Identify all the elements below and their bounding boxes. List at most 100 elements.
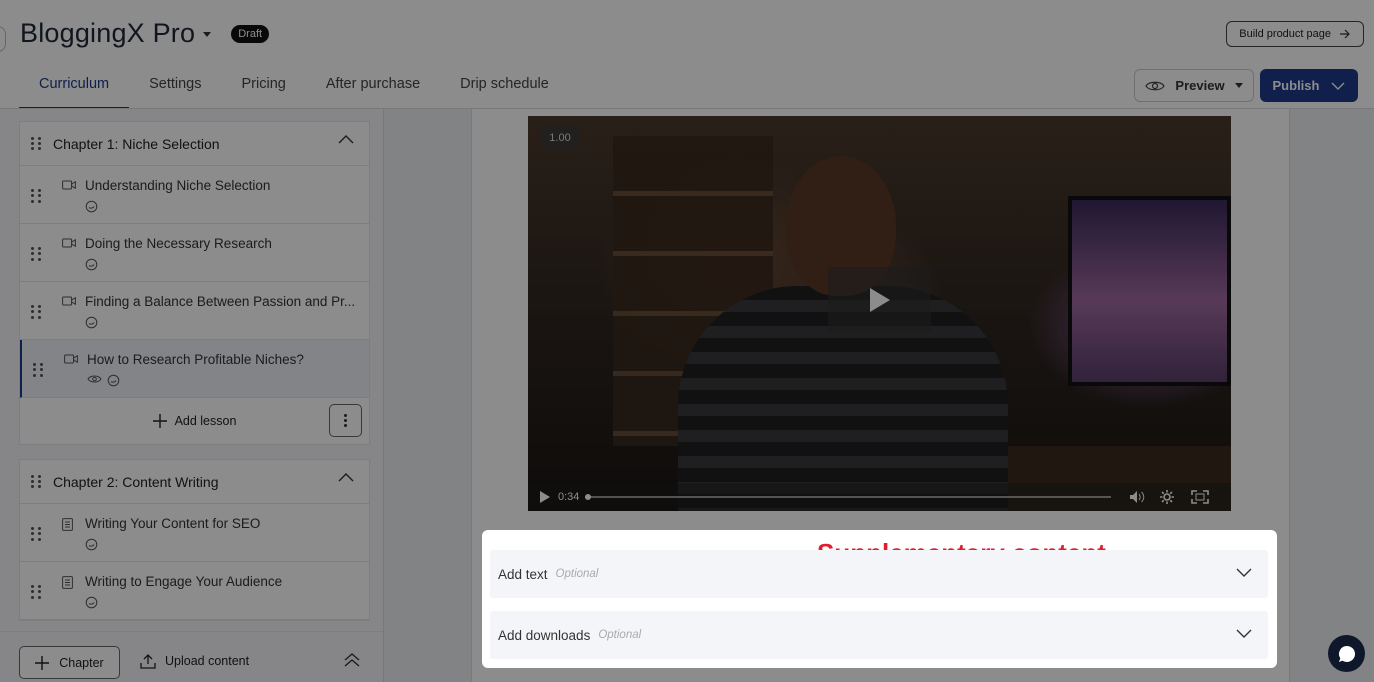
chapter-header[interactable]: Chapter 1: Niche Selection: [20, 122, 369, 166]
chevron-up-icon[interactable]: [338, 134, 354, 144]
add-lesson-button[interactable]: Add lesson: [175, 414, 237, 428]
tab-pricing[interactable]: Pricing: [222, 62, 306, 109]
video-frame-monitor: [1068, 196, 1231, 386]
publish-label: Publish: [1272, 78, 1320, 93]
lesson-item[interactable]: Writing to Engage Your Audience: [20, 562, 369, 620]
lesson-title: Writing to Engage Your Audience: [85, 574, 283, 589]
drag-handle-icon[interactable]: [33, 363, 43, 377]
more-options-button[interactable]: [329, 404, 362, 437]
video-controls-bar: 0:34: [528, 483, 1231, 511]
chapter-title: Chapter 1: Niche Selection: [53, 135, 220, 152]
accordion-title: Add text: [498, 566, 548, 582]
drag-handle-icon[interactable]: [31, 305, 41, 319]
document-icon: [62, 576, 73, 589]
tab-drip-schedule[interactable]: Drip schedule: [440, 62, 569, 109]
tab-bar: Curriculum Settings Pricing After purcha…: [19, 62, 569, 109]
curriculum-sidebar: Chapter 1: Niche Selection Understanding…: [0, 109, 384, 682]
tab-settings[interactable]: Settings: [129, 62, 221, 109]
lesson-title: Writing Your Content for SEO: [85, 516, 261, 531]
lesson-meta: [85, 200, 98, 213]
drag-handle-icon[interactable]: [31, 527, 41, 541]
chevron-down-icon[interactable]: [1236, 568, 1252, 578]
sidebar-toggle-handle[interactable]: [0, 26, 6, 52]
drag-handle-icon[interactable]: [31, 247, 41, 261]
upload-content-button[interactable]: Upload content: [140, 653, 249, 669]
optional-hint: Optional: [598, 629, 642, 641]
video-icon: [64, 354, 78, 364]
lesson-meta: [85, 538, 98, 551]
chevron-down-icon[interactable]: [1236, 629, 1252, 639]
lesson-meta: [85, 258, 98, 271]
publish-button[interactable]: Publish: [1260, 69, 1358, 102]
lesson-item[interactable]: Doing the Necessary Research: [20, 224, 369, 282]
comment-icon: [85, 200, 98, 213]
add-downloads-accordion[interactable]: Add downloads Optional: [490, 611, 1268, 659]
chevron-down-icon: [1234, 83, 1243, 88]
lesson-item-active[interactable]: How to Research Profitable Niches?: [20, 340, 369, 398]
lesson-meta: [85, 596, 98, 609]
chapter-title: Chapter 2: Content Writing: [53, 473, 219, 490]
product-title[interactable]: BloggingX Pro: [20, 18, 195, 49]
play-icon[interactable]: [540, 491, 550, 503]
progress-bar[interactable]: [584, 494, 1112, 500]
preview-button[interactable]: Preview: [1134, 69, 1254, 102]
chapter-card: Chapter 1: Niche Selection Understanding…: [19, 121, 370, 445]
comment-icon: [85, 538, 98, 551]
chat-support-button[interactable]: [1328, 635, 1365, 672]
lesson-title: Understanding Niche Selection: [85, 178, 271, 193]
tab-curriculum[interactable]: Curriculum: [19, 62, 130, 109]
drag-handle-icon[interactable]: [31, 585, 41, 599]
document-icon: [62, 518, 73, 531]
accordion-title: Add downloads: [498, 627, 591, 643]
video-icon: [62, 296, 76, 306]
add-chapter-button[interactable]: Chapter: [19, 646, 120, 679]
lesson-item[interactable]: Writing Your Content for SEO: [20, 504, 369, 562]
volume-icon[interactable]: [1129, 490, 1145, 504]
upload-icon: [140, 654, 156, 669]
chevron-up-icon[interactable]: [338, 472, 354, 482]
sidebar-footer: Chapter Upload content: [0, 631, 383, 682]
add-chapter-label: Chapter: [59, 655, 104, 670]
fullscreen-icon[interactable]: [1191, 490, 1210, 504]
lesson-title: Doing the Necessary Research: [85, 236, 272, 251]
build-product-page-label: Build product page: [1239, 28, 1331, 40]
comment-icon: [85, 316, 98, 329]
comment-icon: [107, 374, 120, 387]
top-header: BloggingX Pro Draft Build product page C…: [0, 0, 1374, 109]
preview-label: Preview: [1175, 78, 1225, 93]
drag-handle-icon[interactable]: [31, 474, 41, 489]
upload-content-label: Upload content: [165, 654, 250, 668]
eye-icon: [87, 375, 102, 383]
chapter-header[interactable]: Chapter 2: Content Writing: [20, 460, 369, 504]
play-icon: [869, 288, 890, 312]
add-lesson-row: Add lesson: [20, 398, 369, 444]
big-play-button[interactable]: [828, 267, 931, 333]
tab-after-purchase[interactable]: After purchase: [306, 62, 440, 109]
build-product-page-button[interactable]: Build product page: [1226, 21, 1364, 47]
chapter-card: Chapter 2: Content Writing Writing Your …: [19, 459, 370, 621]
lesson-item[interactable]: Finding a Balance Between Passion and Pr…: [20, 282, 369, 340]
lesson-title: How to Research Profitable Niches?: [87, 352, 304, 367]
chat-icon: [1338, 645, 1355, 662]
status-badge: Draft: [231, 24, 270, 43]
plus-icon[interactable]: [152, 414, 167, 428]
playback-speed-badge[interactable]: 1.00: [541, 125, 579, 150]
chevron-down-icon: [1331, 82, 1345, 90]
chevron-down-icon[interactable]: [203, 32, 212, 37]
supplementary-content-panel: Supplementary content Add text Optional …: [482, 530, 1277, 668]
lesson-item[interactable]: Understanding Niche Selection: [20, 166, 369, 224]
eye-icon: [1145, 81, 1166, 90]
video-player[interactable]: 1.00 0:34: [528, 116, 1231, 511]
settings-gear-icon[interactable]: [1159, 489, 1175, 505]
lesson-meta: [85, 316, 98, 329]
drag-handle-icon[interactable]: [31, 136, 41, 151]
lesson-title: Finding a Balance Between Passion and Pr…: [85, 294, 356, 309]
add-text-accordion[interactable]: Add text Optional: [490, 550, 1268, 598]
progress-knob[interactable]: [584, 494, 591, 500]
optional-hint: Optional: [555, 568, 599, 580]
double-chevron-up-icon[interactable]: [344, 653, 360, 667]
lesson-meta: [87, 374, 120, 387]
plus-icon: [35, 655, 50, 670]
drag-handle-icon[interactable]: [31, 189, 41, 203]
comment-icon: [85, 596, 98, 609]
